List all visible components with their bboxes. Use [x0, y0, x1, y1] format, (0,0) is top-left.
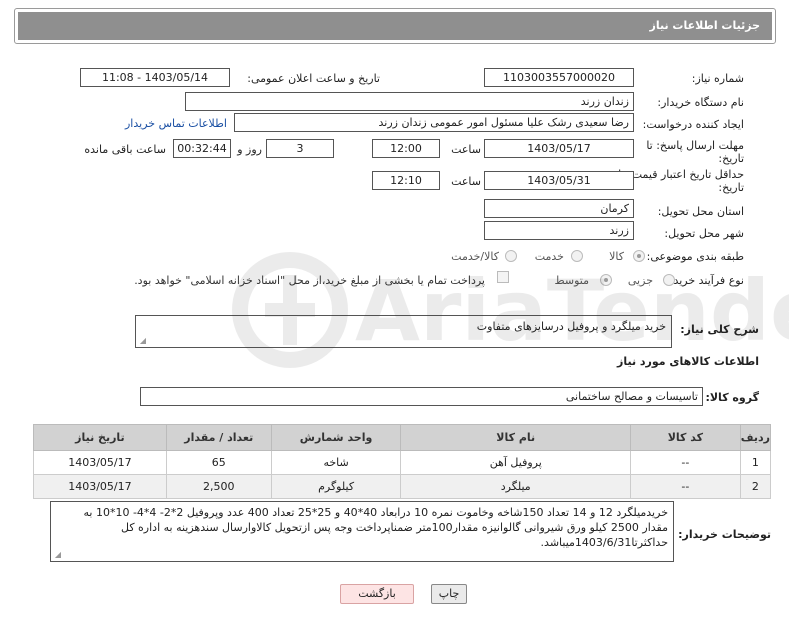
need-number-label: شماره نیاز:	[691, 72, 744, 85]
requester-label: ایجاد کننده درخواست:	[642, 118, 744, 131]
cell-code: --	[630, 474, 741, 499]
buyer-contact-link[interactable]: اطلاعات تماس خریدار	[125, 117, 227, 130]
category-option-goods: کالا	[609, 250, 624, 263]
buyer-org-label: نام دستگاه خریدار:	[657, 96, 744, 109]
cell-name: پروفیل آهن	[400, 450, 631, 475]
col-code-header: کد کالا	[630, 424, 741, 451]
cell-row-number: 1	[739, 450, 772, 475]
deadline-label-line2: تاریخ:	[718, 152, 744, 165]
col-date-header: تاریخ نیاز	[33, 424, 167, 451]
resize-grip-icon[interactable]: ◢	[138, 337, 146, 345]
buyer-notes-label: توضیحات خریدار:	[678, 528, 771, 541]
items-table-header: ردیف کد کالا نام کالا واحد شمارش تعداد /…	[33, 424, 772, 451]
cell-date: 1403/05/17	[33, 474, 167, 499]
remaining-time-field[interactable]: 00:32:44	[173, 139, 231, 158]
category-radio-service[interactable]	[571, 250, 583, 262]
buyer-notes-textarea[interactable]: خریدمیلگرد 12 و 14 تعداد 150شاخه وخاموت …	[50, 501, 674, 562]
print-button[interactable]: چاپ	[431, 584, 467, 604]
deadline-label-line1: مهلت ارسال پاسخ: تا	[646, 139, 744, 152]
treasury-payment-checkbox[interactable]	[497, 271, 509, 283]
validity-label-line2: تاریخ:	[718, 181, 744, 194]
col-qty-header: تعداد / مقدار	[165, 424, 272, 451]
cell-date: 1403/05/17	[33, 450, 167, 475]
validity-date-field[interactable]: 1403/05/31	[484, 171, 634, 190]
need-number-field[interactable]: 1103003557000020	[484, 68, 634, 87]
goods-info-title: اطلاعات کالاهای مورد نیاز	[617, 355, 759, 368]
summary-textarea[interactable]: خرید میلگرد و پروفیل درسایزهای متفاوت ◢	[135, 315, 672, 348]
city-label: شهر محل تحویل:	[664, 227, 744, 240]
col-unit-header: واحد شمارش	[270, 424, 402, 451]
treasury-payment-note: پرداخت تمام یا بخشی از مبلغ خرید،از محل …	[134, 274, 485, 287]
validity-time-field[interactable]: 12:10	[372, 171, 440, 190]
table-row[interactable]: 2 -- میلگرد کیلوگرم 2,500 1403/05/17	[33, 474, 772, 499]
days-label: روز و	[237, 143, 262, 156]
col-name-header: نام کالا	[400, 424, 631, 451]
goods-group-label: گروه کالا:	[705, 391, 759, 404]
remaining-label: ساعت باقی مانده	[84, 143, 166, 156]
col-row-header: ردیف	[739, 424, 772, 451]
buyer-notes-text: خریدمیلگرد 12 و 14 تعداد 150شاخه وخاموت …	[83, 506, 668, 549]
cell-name: میلگرد	[400, 474, 631, 499]
deadline-date-field[interactable]: 1403/05/17	[484, 139, 634, 158]
requester-field[interactable]: رضا سعیدی رشک علیا مسئول امور عمومی زندا…	[234, 113, 634, 132]
panel-title: جزئیات اطلاعات نیاز	[18, 12, 772, 40]
deadline-time-label: ساعت	[451, 143, 481, 156]
cell-qty: 2,500	[165, 474, 272, 499]
summary-label: شرح کلی نیاز:	[680, 323, 759, 336]
resize-grip-icon[interactable]: ◢	[53, 551, 61, 559]
validity-time-label: ساعت	[451, 175, 481, 188]
buyer-org-field[interactable]: زندان زرند	[185, 92, 634, 111]
cell-row-number: 2	[739, 474, 772, 499]
process-radio-medium[interactable]	[600, 274, 612, 286]
category-radio-goods[interactable]	[633, 250, 645, 262]
cell-code: --	[630, 450, 741, 475]
announce-label: تاریخ و ساعت اعلان عمومی:	[247, 72, 380, 85]
process-option-medium: متوسط	[554, 274, 589, 287]
category-option-goods-service: کالا/خدمت	[451, 250, 499, 263]
summary-text: خرید میلگرد و پروفیل درسایزهای متفاوت	[476, 320, 666, 333]
province-field[interactable]: کرمان	[484, 199, 634, 218]
process-label: نوع فرآیند خرید :	[666, 274, 744, 287]
items-table: ردیف کد کالا نام کالا واحد شمارش تعداد /…	[33, 424, 772, 499]
deadline-time-field[interactable]: 12:00	[372, 139, 440, 158]
process-option-minor: جزیی	[627, 274, 653, 287]
category-option-service: خدمت	[534, 250, 564, 263]
table-row[interactable]: 1 -- پروفیل آهن شاخه 65 1403/05/17	[33, 450, 772, 475]
back-button[interactable]: بازگشت	[340, 584, 414, 604]
announce-field[interactable]: 1403/05/14 - 11:08	[80, 68, 230, 87]
category-radio-goods-service[interactable]	[505, 250, 517, 262]
validity-label-line1: حداقل تاریخ اعتبار قیمت: تا	[618, 168, 744, 181]
cell-unit: کیلوگرم	[270, 474, 402, 499]
cell-unit: شاخه	[270, 450, 402, 475]
category-label: طبقه بندی موضوعی:	[646, 250, 744, 263]
province-label: استان محل تحویل:	[657, 205, 744, 218]
days-field[interactable]: 3	[266, 139, 334, 158]
cell-qty: 65	[165, 450, 272, 475]
city-field[interactable]: زرند	[484, 221, 634, 240]
goods-group-field[interactable]: تاسیسات و مصالح ساختمانی	[140, 387, 703, 406]
process-radio-minor[interactable]	[663, 274, 675, 286]
